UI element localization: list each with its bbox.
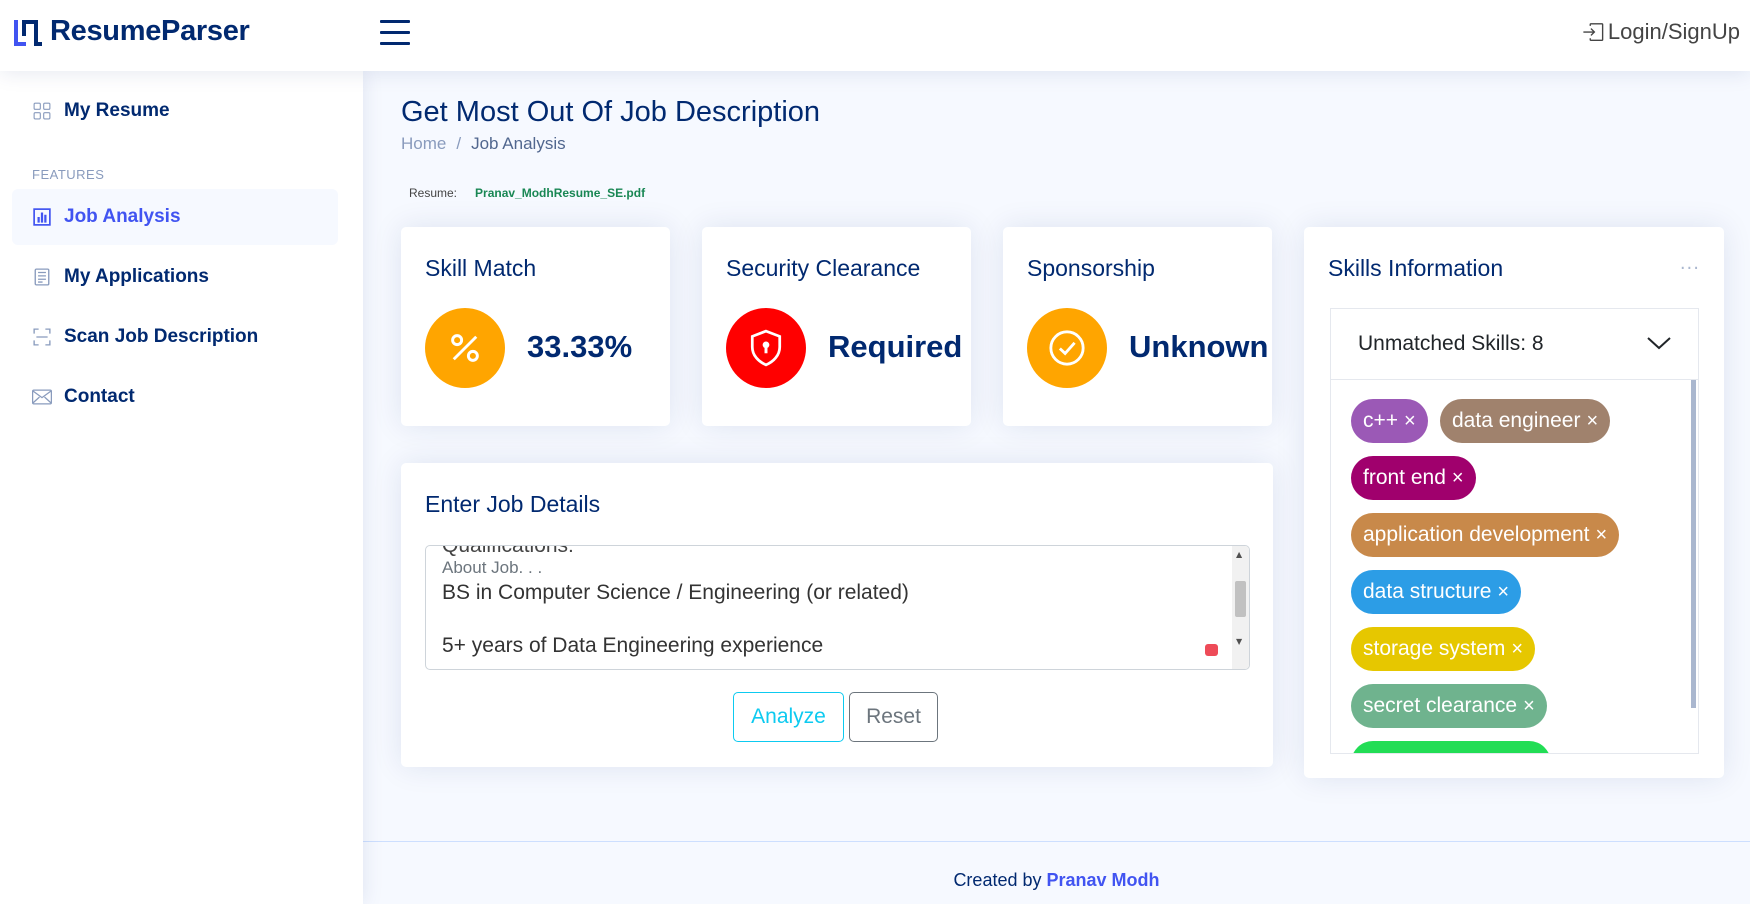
- remove-tag-icon[interactable]: ×: [1404, 410, 1416, 433]
- sidebar-heading: FEATURES: [32, 167, 105, 182]
- skill-match-value: 33.33%: [527, 329, 633, 364]
- unmatched-skills-accordion[interactable]: Unmatched Skills: 8: [1330, 308, 1699, 379]
- skills-information-card: Skills Information ... Unmatched Skills:…: [1304, 227, 1724, 778]
- skill-tag-label: data structure: [1363, 580, 1492, 603]
- sidebar-item-label: Scan Job Description: [64, 326, 259, 347]
- remove-tag-icon[interactable]: ×: [1497, 581, 1509, 604]
- sidebar-item-label: Job Analysis: [64, 206, 181, 227]
- skill-tag-label: data engineer: [1452, 409, 1581, 432]
- card-title: Sponsorship: [1027, 255, 1155, 281]
- scroll-down-icon[interactable]: ▼: [1236, 637, 1242, 646]
- breadcrumb-separator: /: [456, 134, 462, 153]
- textarea-line: 5+ years of Data Engineering experience: [442, 634, 824, 657]
- page-title: Get Most Out Of Job Description: [401, 96, 821, 128]
- brand-name: ResumeParser: [50, 15, 250, 47]
- remove-tag-icon[interactable]: ×: [1511, 638, 1523, 661]
- textarea-line: BS in Computer Science / Engineering (or…: [442, 581, 909, 604]
- envelope-icon: [32, 387, 52, 407]
- skill-match-card: Skill Match 33.33%: [401, 227, 670, 426]
- layout-text-icon: [32, 267, 52, 287]
- skills-scrollbar[interactable]: [1691, 380, 1696, 708]
- textarea-scrollbar[interactable]: ▲ ▼: [1232, 546, 1249, 669]
- skill-tag-label: storage system: [1363, 637, 1506, 660]
- logo-icon: [14, 19, 42, 46]
- resume-label: Resume:: [409, 186, 458, 200]
- skill-tag: secret clearance ×: [1351, 684, 1547, 728]
- job-details-card: Enter Job Details Qualifications: About …: [401, 463, 1273, 767]
- skill-tag-label: application development: [1363, 523, 1590, 546]
- bar-chart-icon: [32, 207, 52, 227]
- sidebar-item-label: My Applications: [64, 266, 209, 287]
- breadcrumb-home[interactable]: Home: [401, 134, 446, 154]
- more-options-icon[interactable]: ...: [1680, 253, 1700, 274]
- card-title: Security Clearance: [726, 255, 921, 281]
- skill-tag: c++ ×: [1351, 399, 1428, 443]
- skill-tag: storage system ×: [1351, 627, 1536, 671]
- brand-logo[interactable]: ResumeParser: [12, 15, 250, 48]
- textarea-cut-line: Qualifications:: [442, 545, 574, 557]
- sidebar: My Resume FEATURES Job Analysis My Appli…: [0, 71, 363, 904]
- skill-tag-label: secret clearance: [1363, 694, 1518, 717]
- remove-tag-icon[interactable]: ×: [1586, 410, 1598, 433]
- remove-tag-icon[interactable]: ×: [1596, 524, 1608, 547]
- sidebar-item-label: My Resume: [64, 100, 170, 121]
- remove-tag-icon[interactable]: ×: [1452, 467, 1464, 490]
- skill-tag: front end ×: [1351, 456, 1476, 500]
- hamburger-icon[interactable]: [380, 20, 410, 46]
- percent-icon: [425, 308, 505, 388]
- top-header: ResumeParser Login/SignUp: [0, 0, 1750, 71]
- job-description-textarea[interactable]: Qualifications: About Job. . . BS in Com…: [425, 545, 1250, 670]
- footer: Created by Pranav Modh: [363, 841, 1750, 904]
- scan-icon: [32, 327, 52, 347]
- sidebar-item-my-resume[interactable]: My Resume: [12, 83, 338, 139]
- scrollbar-thumb[interactable]: [1235, 581, 1246, 617]
- sidebar-item-my-applications[interactable]: My Applications: [12, 249, 338, 305]
- login-signup-link[interactable]: Login/SignUp: [1582, 19, 1740, 45]
- box-arrow-in-right-icon: [1583, 23, 1604, 41]
- skill-tag: data engineer ×: [1440, 399, 1611, 443]
- footer-prefix: Created by: [953, 870, 1042, 890]
- extension-badge-icon: [1205, 644, 1218, 656]
- sidebar-item-label: Contact: [64, 386, 135, 407]
- shield-lock-icon: [726, 308, 806, 388]
- scroll-up-icon[interactable]: ▲: [1236, 550, 1242, 559]
- skill-tag: application development ×: [1351, 513, 1620, 557]
- login-label: Login/SignUp: [1607, 19, 1740, 44]
- security-clearance-value: Required: [828, 329, 963, 364]
- security-clearance-card: Security Clearance Required: [702, 227, 971, 426]
- check-circle-icon: [1027, 308, 1107, 388]
- footer-author-link[interactable]: Pranav Modh: [1047, 870, 1160, 890]
- breadcrumb-current: Job Analysis: [471, 134, 566, 153]
- card-title: Enter Job Details: [425, 491, 601, 517]
- grid-icon: [32, 101, 52, 121]
- footer-credit: Created by Pranav Modh: [363, 870, 1750, 891]
- card-title: Skill Match: [425, 255, 537, 281]
- skill-tag: data structure ×: [1351, 570, 1522, 614]
- skill-tag-label: c++: [1363, 409, 1399, 432]
- sidebar-item-scan-job-description[interactable]: Scan Job Description: [12, 309, 338, 365]
- skill-tag: [1351, 741, 1551, 753]
- chevron-down-icon: [1647, 337, 1671, 350]
- textarea-placeholder: About Job. . .: [442, 558, 543, 577]
- skill-tag-label: front end: [1363, 466, 1446, 489]
- sidebar-item-contact[interactable]: Contact: [12, 369, 338, 425]
- resume-file-name[interactable]: Pranav_ModhResume_SE.pdf: [475, 186, 645, 200]
- card-title: Skills Information: [1328, 255, 1504, 281]
- remove-tag-icon[interactable]: ×: [1523, 695, 1535, 718]
- sidebar-item-job-analysis[interactable]: Job Analysis: [12, 189, 338, 245]
- sponsorship-card: Sponsorship Unknown: [1003, 227, 1272, 426]
- unmatched-skills-list: c++ × data engineer × front end × applic…: [1330, 379, 1699, 754]
- sponsorship-value: Unknown: [1129, 329, 1269, 364]
- resume-info: Resume: Pranav_ModhResume_SE.pdf: [409, 186, 645, 200]
- accordion-label: Unmatched Skills: 8: [1358, 332, 1544, 355]
- breadcrumb: Home / Job Analysis: [401, 134, 566, 154]
- analyze-button[interactable]: Analyze: [733, 692, 844, 742]
- reset-button[interactable]: Reset: [849, 692, 938, 742]
